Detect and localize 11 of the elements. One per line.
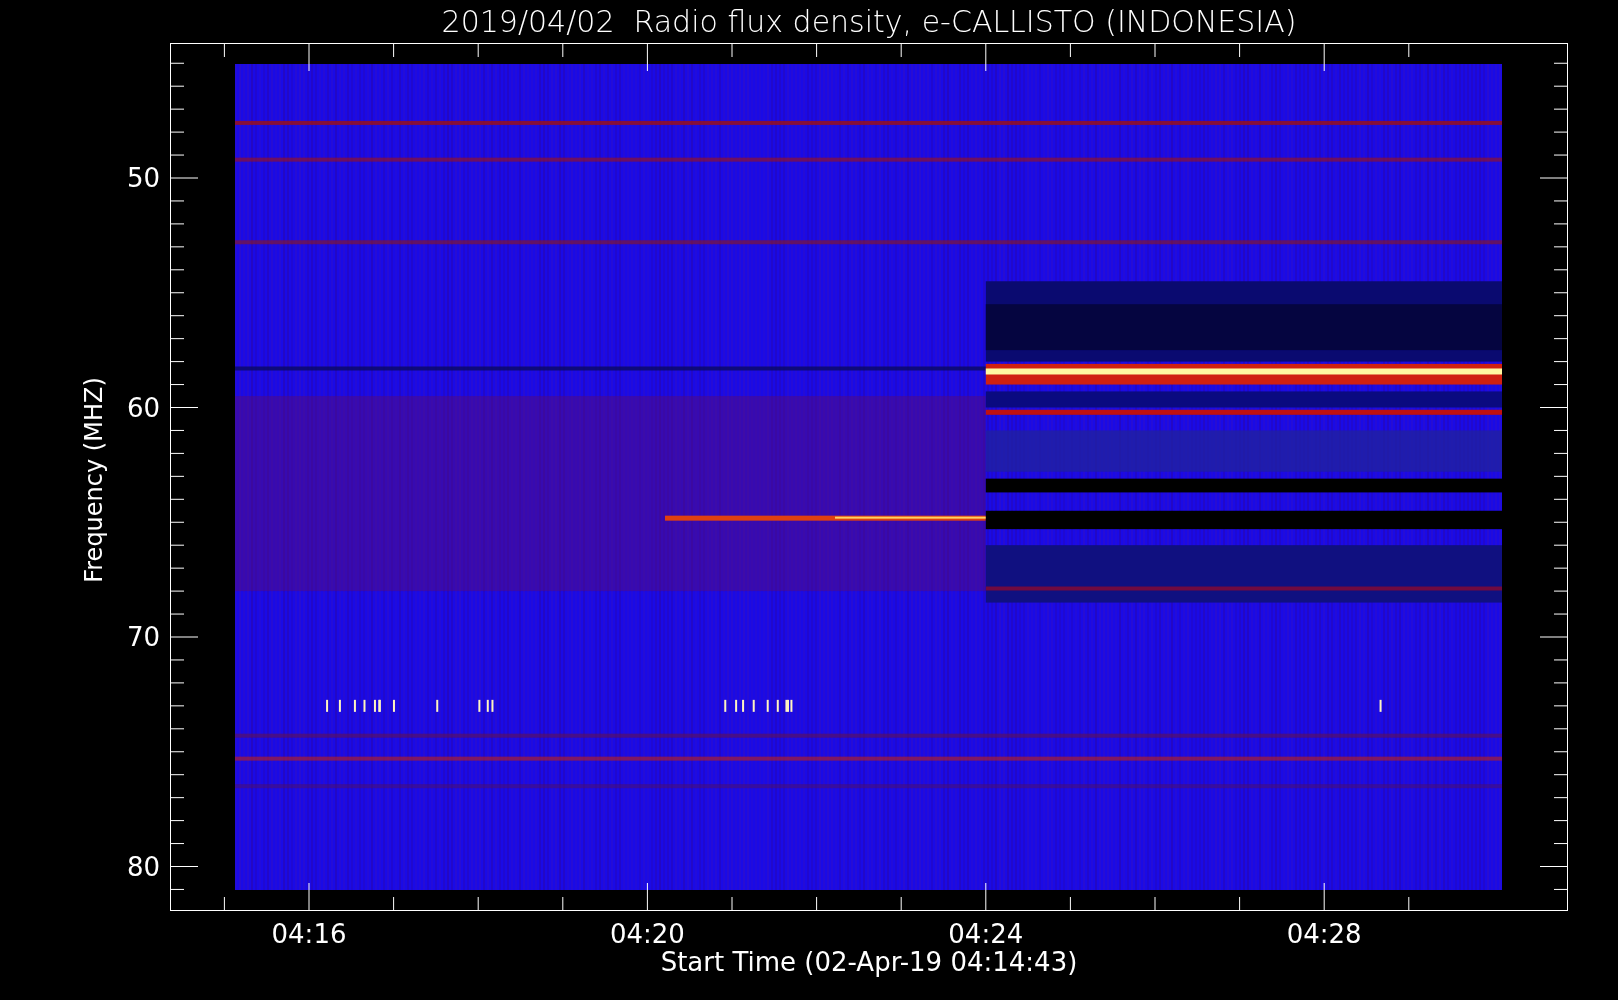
y-tick-label: 50 bbox=[126, 165, 160, 191]
y-axis-label: Frequency (MHZ) bbox=[82, 377, 106, 583]
y-tick-label: 80 bbox=[126, 853, 160, 880]
x-tick-label: 04:20 bbox=[609, 921, 685, 947]
x-tick-label: 04:16 bbox=[271, 921, 347, 947]
plot-title: 2019/04/02 Radio flux density, e-CALLISTO (INDONESIA) bbox=[441, 6, 1297, 37]
y-tick-label: 70 bbox=[126, 624, 160, 650]
x-axis-label: Start Time (02-Apr-19 04:14:43) bbox=[660, 949, 1078, 975]
x-tick-label: 04:28 bbox=[1286, 921, 1362, 947]
x-tick-label: 04:24 bbox=[948, 921, 1024, 947]
y-tick-label: 60 bbox=[126, 394, 160, 421]
